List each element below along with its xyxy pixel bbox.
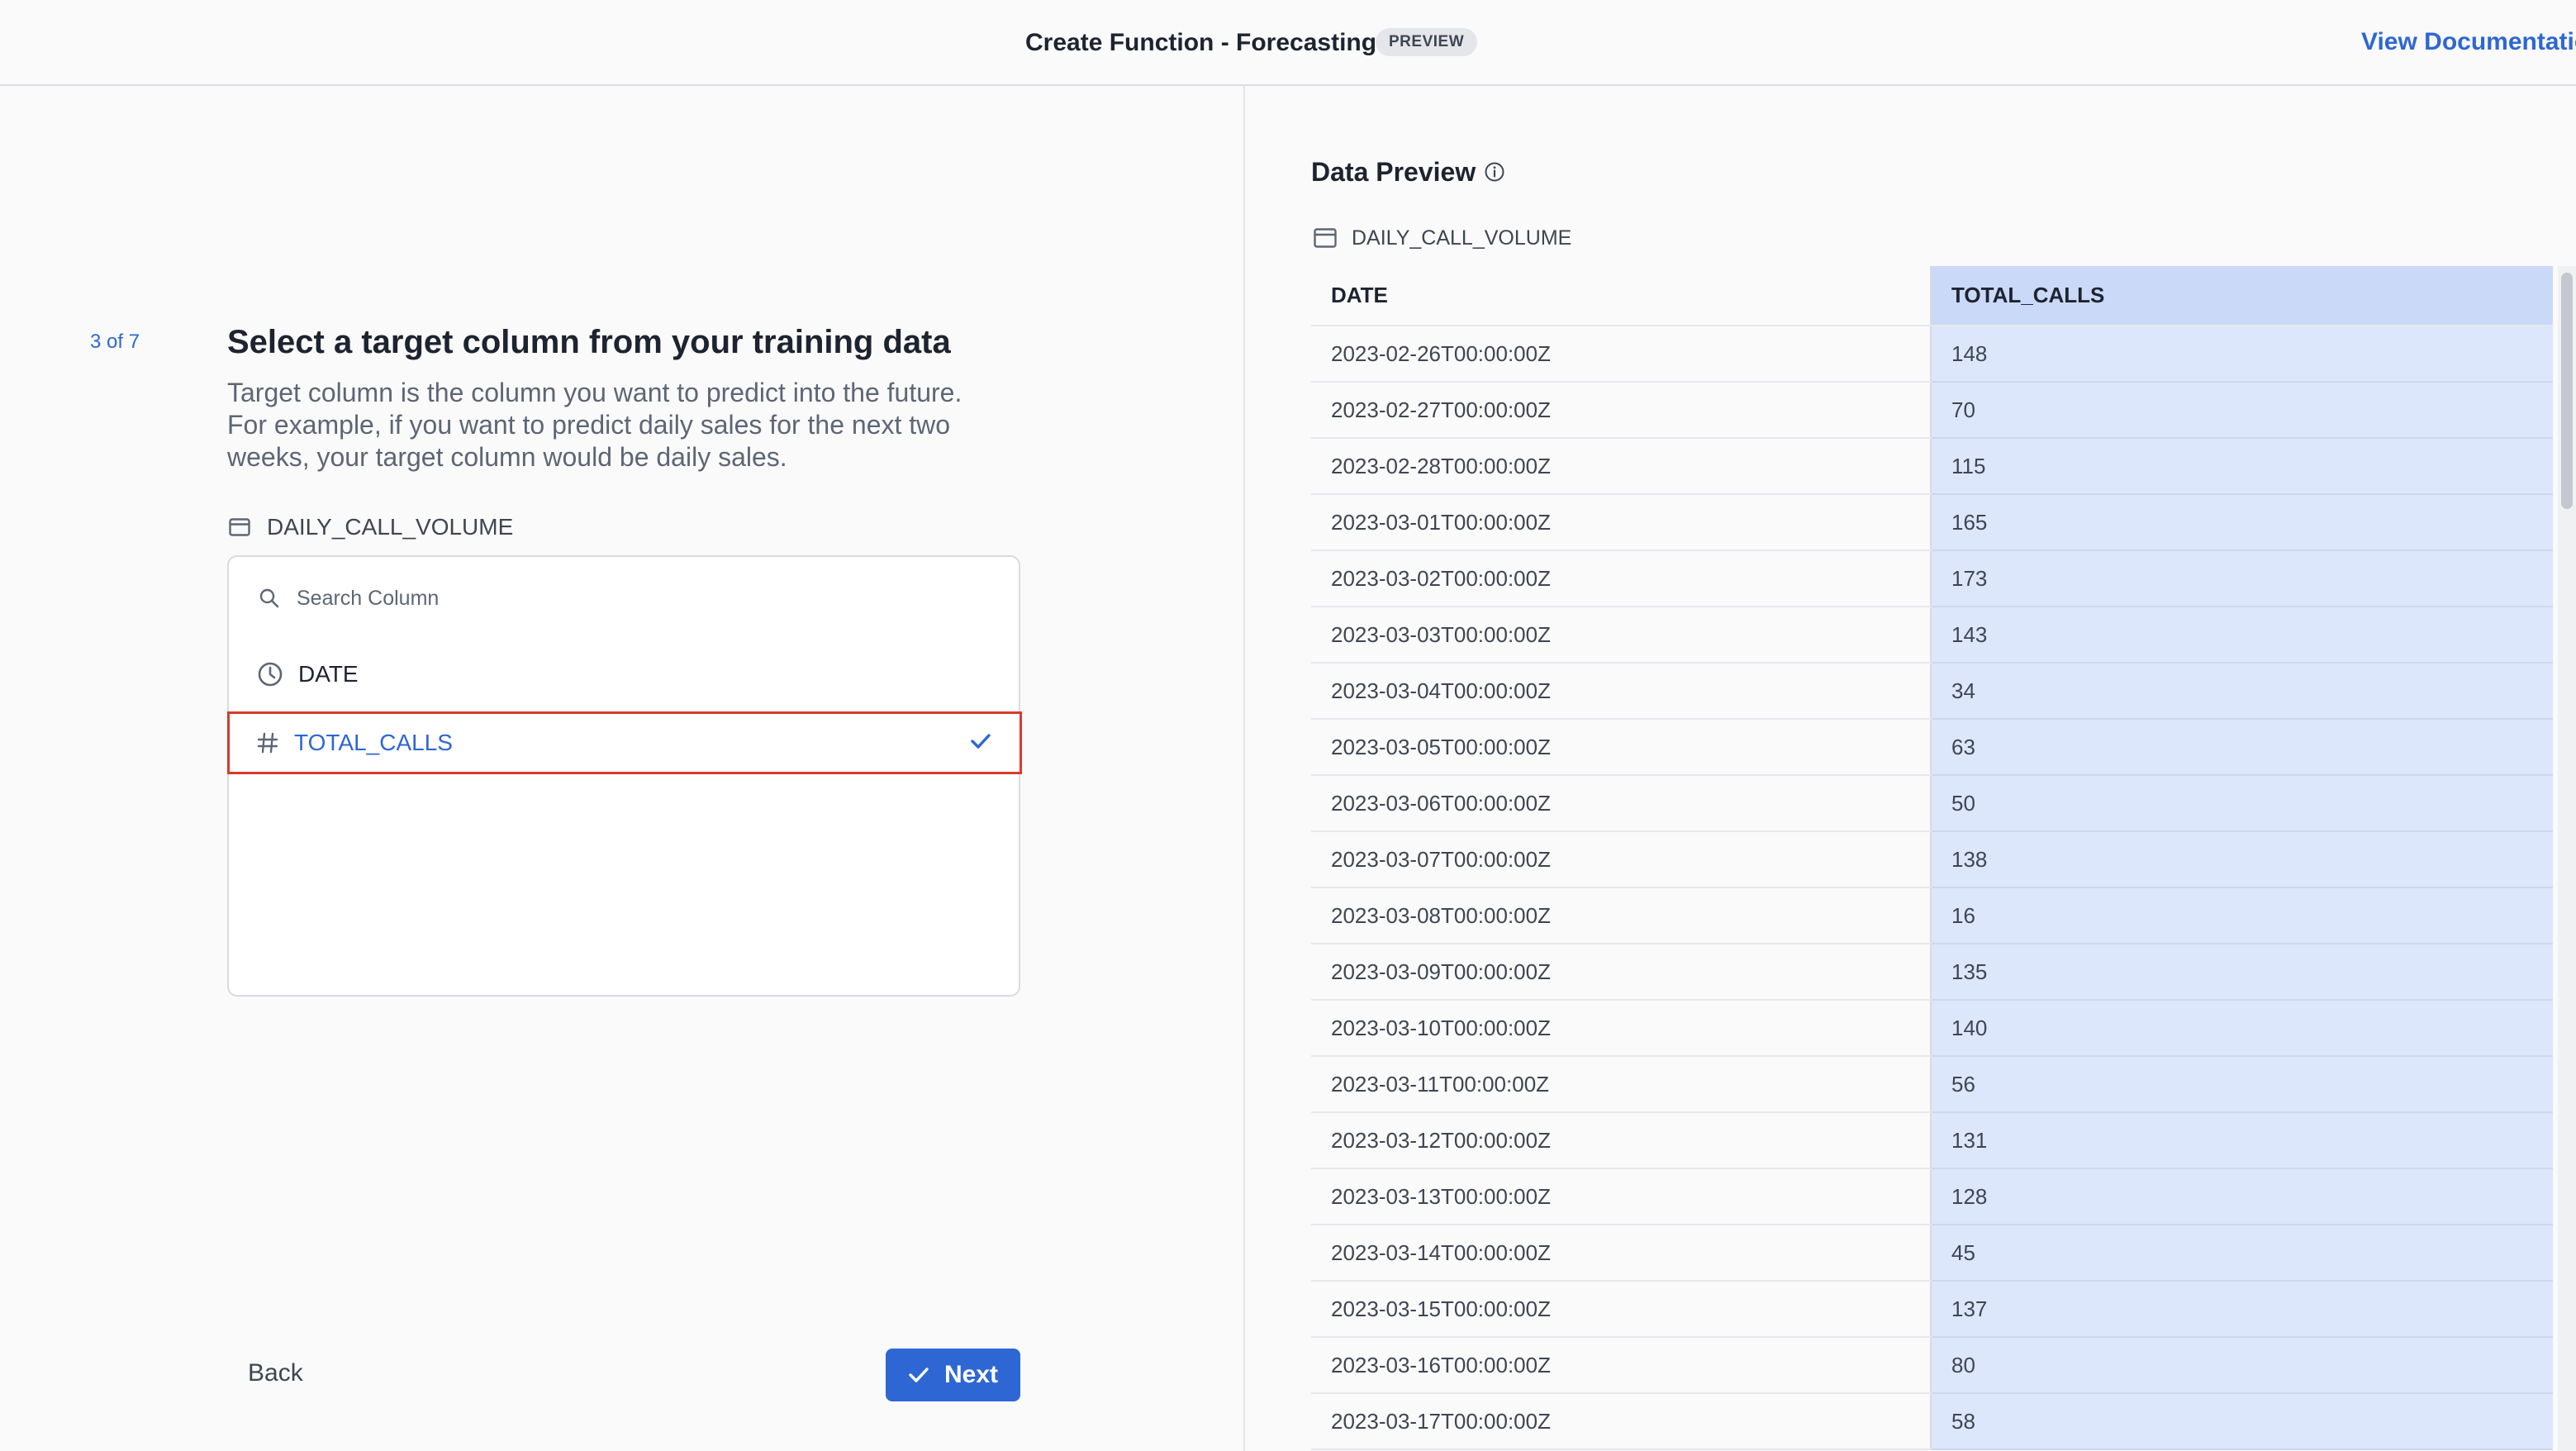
cell-date: 2023-03-06T00:00:00Z [1311,775,1932,832]
cell-date: 2023-03-04T00:00:00Z [1311,663,1932,720]
table-icon [229,518,250,536]
info-icon[interactable] [1484,161,1505,183]
cell-total-calls: 56 [1931,1056,2553,1113]
table-row: 2023-03-17T00:00:00Z 58 [1311,1393,2553,1450]
cell-total-calls: 58 [1931,1393,2553,1450]
cell-date: 2023-03-14T00:00:00Z [1311,1225,1932,1282]
cell-date: 2023-03-12T00:00:00Z [1311,1112,1932,1169]
table-row: 2023-03-08T00:00:00Z 16 [1311,887,2553,944]
check-icon [908,1366,929,1384]
cell-total-calls: 165 [1931,494,2553,551]
cell-total-calls: 173 [1931,550,2553,607]
cell-total-calls: 45 [1931,1225,2553,1282]
dataset-name: DAILY_CALL_VOLUME [267,514,514,540]
cell-total-calls: 138 [1931,831,2553,888]
cell-date: 2023-02-27T00:00:00Z [1311,382,1932,439]
table-row: 2023-03-14T00:00:00Z 45 [1311,1225,2553,1282]
table-row: 2023-03-15T00:00:00Z 137 [1311,1281,2553,1338]
table-row: 2023-03-16T00:00:00Z 80 [1311,1337,2553,1394]
table-row: 2023-03-04T00:00:00Z 34 [1311,663,2553,720]
column-option-date[interactable]: DATE [229,645,1019,704]
cell-total-calls: 140 [1931,1000,2553,1057]
section-title: Select a target column from your trainin… [227,324,951,360]
page-title: Create Function - Forecasting [1025,29,1377,56]
cell-date: 2023-03-08T00:00:00Z [1311,887,1932,944]
column-option-label: TOTAL_CALLS [294,730,453,755]
cell-total-calls: 34 [1931,663,2553,720]
table-row: 2023-03-07T00:00:00Z 138 [1311,831,2553,888]
cell-date: 2023-03-05T00:00:00Z [1311,719,1932,776]
cell-date: 2023-03-17T00:00:00Z [1311,1393,1932,1450]
step-counter: 3 of 7 [90,331,140,353]
column-header-total-calls: TOTAL_CALLS [1931,266,2553,326]
cell-date: 2023-02-28T00:00:00Z [1311,438,1932,495]
table-row: 2023-02-28T00:00:00Z 115 [1311,438,2553,495]
cell-total-calls: 115 [1931,438,2553,495]
cell-date: 2023-03-10T00:00:00Z [1311,1000,1932,1057]
column-option-total-calls[interactable]: TOTAL_CALLS [227,711,1022,774]
section-description: Target column is the column you want to … [227,378,962,472]
data-preview-table: DATE TOTAL_CALLS 2023-02-26T00:00:00Z 148… [1311,266,2553,1450]
pane-divider [1243,86,1245,1451]
view-documentation-link[interactable]: View Documentation [2361,26,2576,59]
cell-total-calls: 63 [1931,719,2553,776]
table-row: 2023-03-06T00:00:00Z 50 [1311,775,2553,832]
table-row: 2023-03-03T00:00:00Z 143 [1311,607,2553,664]
table-icon [1314,228,1337,248]
table-row: 2023-03-02T00:00:00Z 173 [1311,550,2553,607]
column-option-label: DATE [298,661,359,687]
table-row: 2023-03-09T00:00:00Z 135 [1311,944,2553,1001]
table-body: 2023-02-26T00:00:00Z 148 2023-02-27T00:00:… [1311,326,2553,1450]
table-row: 2023-03-01T00:00:00Z 165 [1311,494,2553,551]
data-preview-dataset: DAILY_CALL_VOLUME [1314,223,1571,253]
cell-date: 2023-03-03T00:00:00Z [1311,607,1932,664]
next-button[interactable]: Next [886,1349,1020,1401]
cell-date: 2023-03-02T00:00:00Z [1311,550,1932,607]
preview-badge: PREVIEW [1376,28,1478,56]
table-row: 2023-03-12T00:00:00Z 131 [1311,1112,2553,1169]
cell-total-calls: 135 [1931,944,2553,1001]
table-row: 2023-03-13T00:00:00Z 128 [1311,1168,2553,1225]
cell-total-calls: 131 [1931,1112,2553,1169]
table-row: 2023-03-05T00:00:00Z 63 [1311,719,2553,776]
cell-date: 2023-03-09T00:00:00Z [1311,944,1932,1001]
cell-total-calls: 137 [1931,1281,2553,1338]
scrollbar-thumb[interactable] [2561,273,2573,509]
cell-total-calls: 80 [1931,1337,2553,1394]
header-bar: Create Function - Forecasting PREVIEW Vi… [0,0,2576,86]
cell-date: 2023-02-26T00:00:00Z [1311,326,1932,383]
table-header-row: DATE TOTAL_CALLS [1311,266,2553,326]
cell-date: 2023-03-11T00:00:00Z [1311,1056,1932,1113]
cell-date: 2023-03-16T00:00:00Z [1311,1337,1932,1394]
table-row: 2023-02-27T00:00:00Z 70 [1311,382,2553,439]
cell-total-calls: 143 [1931,607,2553,664]
check-icon [970,732,991,750]
cell-total-calls: 128 [1931,1168,2553,1225]
search-column-input[interactable] [297,586,875,611]
search-icon [259,588,280,609]
table-row: 2023-03-11T00:00:00Z 56 [1311,1056,2553,1113]
hash-icon [256,731,279,754]
cell-date: 2023-03-01T00:00:00Z [1311,494,1932,551]
clock-icon [257,661,283,687]
column-header-date: DATE [1311,266,1932,326]
back-button[interactable]: Back [248,1358,303,1388]
cell-date: 2023-03-13T00:00:00Z [1311,1168,1932,1225]
table-row: 2023-02-26T00:00:00Z 148 [1311,326,2553,383]
cell-total-calls: 148 [1931,326,2553,383]
cell-date: 2023-03-07T00:00:00Z [1311,831,1932,888]
table-row: 2023-03-10T00:00:00Z 140 [1311,1000,2553,1057]
cell-date: 2023-03-15T00:00:00Z [1311,1281,1932,1338]
search-row [259,582,875,615]
data-preview-title-text: Data Preview [1311,156,1476,187]
column-picker [227,555,1020,997]
cell-total-calls: 50 [1931,775,2553,832]
dataset-label: DAILY_CALL_VOLUME [229,512,513,542]
next-button-label: Next [943,1361,999,1388]
data-preview-dataset-name: DAILY_CALL_VOLUME [1352,226,1572,250]
data-preview-title: Data Preview [1311,154,1505,190]
data-preview-table-container: DATE TOTAL_CALLS 2023-02-26T00:00:00Z 148… [1311,266,2553,1451]
cell-total-calls: 70 [1931,382,2553,439]
cell-total-calls: 16 [1931,887,2553,944]
